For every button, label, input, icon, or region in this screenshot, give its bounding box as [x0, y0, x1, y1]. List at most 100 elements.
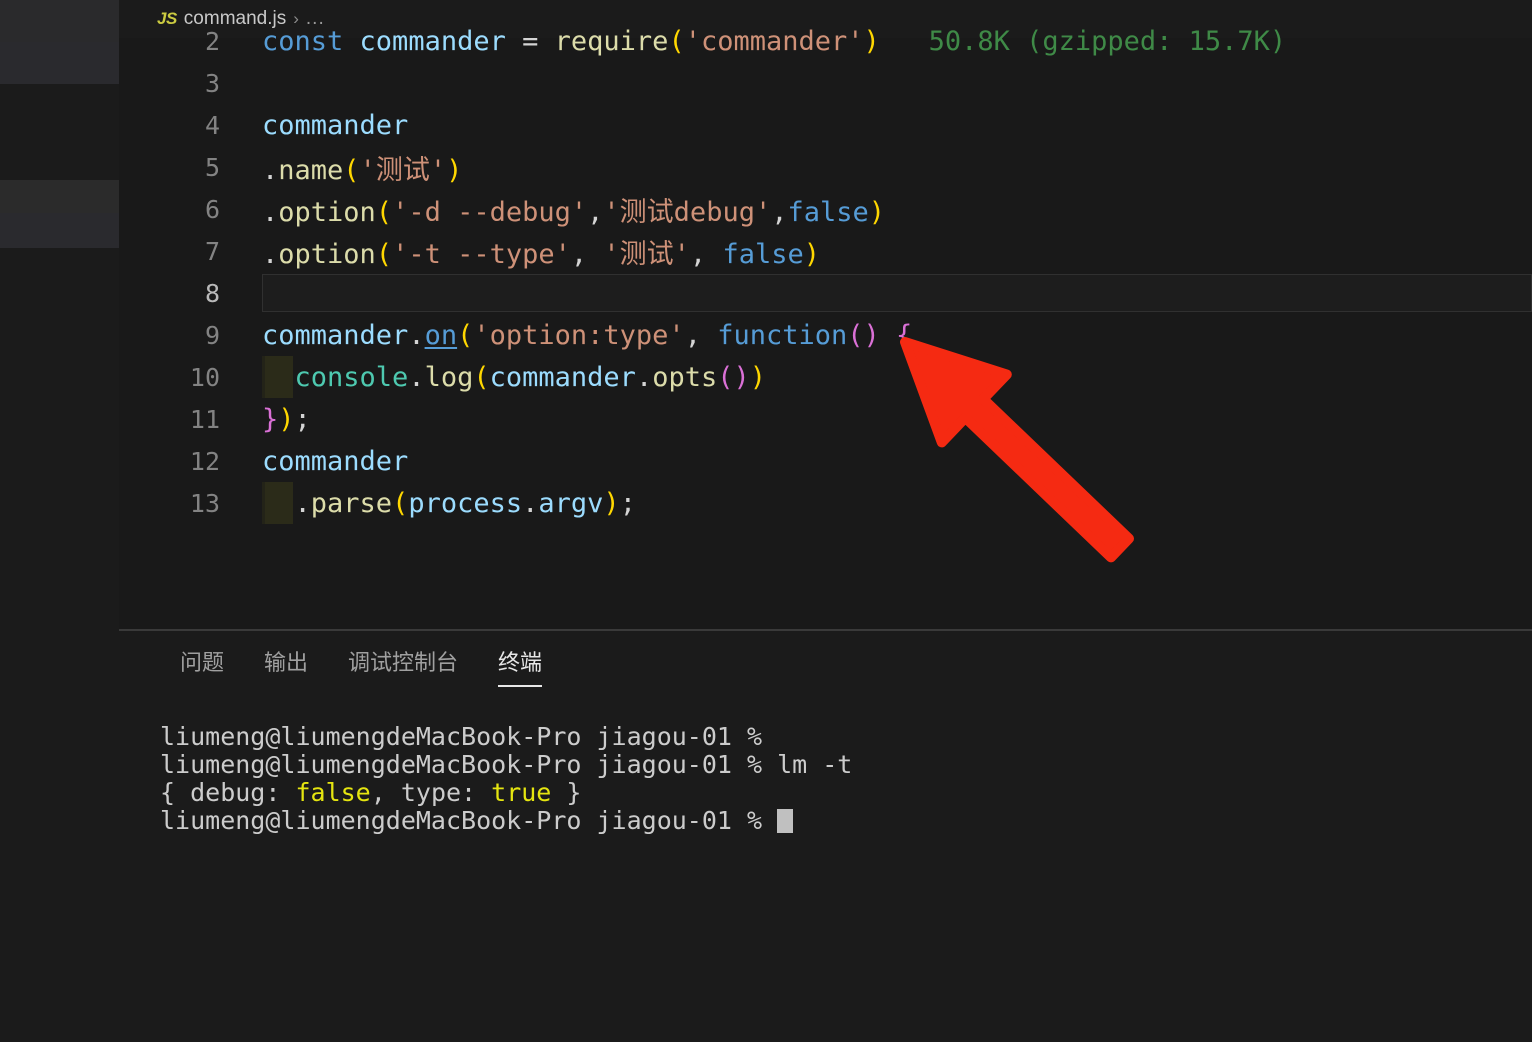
code-token: ; [619, 487, 636, 519]
code-token: 'commander' [684, 25, 864, 57]
terminal-line: liumeng@liumengdeMacBook-Pro jiagou-01 % [160, 807, 1500, 835]
code-token: . [408, 319, 425, 351]
code-token: , [689, 238, 723, 270]
vscode-window: JS command.js › ... 2 const commander = r… [0, 0, 1532, 1042]
bottom-panel: 问题 输出 调试控制台 终端 liumeng@liumengdeMacBook-Pro… [119, 631, 1532, 1042]
code-token: . [262, 487, 311, 519]
code-area[interactable]: 2 const commander = require('commander') … [119, 26, 1532, 630]
code-token: parse [310, 487, 393, 519]
code-line[interactable]: 2 const commander = require('commander') … [119, 20, 1532, 62]
line-number: 9 [204, 320, 220, 350]
code-token: { [896, 319, 913, 351]
code-line-text[interactable]: .option('-d --debug','测试debug',false) [262, 190, 885, 229]
code-line-text[interactable]: commander [262, 110, 408, 141]
code-token: , [587, 196, 604, 228]
code-token: false [722, 238, 804, 270]
panel-tab-终端[interactable]: 终端 [478, 649, 562, 695]
code-token: commander [489, 361, 636, 393]
code-line[interactable]: 4 commander [119, 104, 1532, 146]
code-token: '-d --debug' [392, 196, 588, 228]
sidebar-band-0[interactable] [0, 0, 119, 42]
panel-tab-问题[interactable]: 问题 [160, 649, 244, 695]
code-line[interactable]: 11}); [119, 398, 1532, 440]
terminal-text: liumeng@liumengdeMacBook-Pro jiagou-01 % [160, 722, 778, 751]
terminal-line: liumeng@liumengdeMacBook-Pro jiagou-01 %… [160, 751, 1500, 779]
code-line-text[interactable]: }); [262, 404, 311, 435]
code-token: function [717, 319, 848, 351]
line-number: 4 [204, 110, 220, 140]
code-token: false [787, 196, 869, 228]
sidebar-band-5[interactable] [0, 248, 119, 1042]
sidebar-strip[interactable] [0, 0, 119, 1042]
sidebar-band-4[interactable] [0, 213, 119, 248]
code-line-text[interactable]: .option('-t --type', '测试', false) [262, 232, 820, 271]
line-number: 13 [189, 488, 220, 518]
code-token: commander [262, 319, 409, 351]
line-number: 2 [204, 26, 220, 56]
code-token: . [522, 487, 539, 519]
code-line[interactable]: 3 [119, 62, 1532, 104]
code-token: ( [343, 154, 360, 186]
code-token: ) [863, 25, 880, 57]
panel-tab-输出[interactable]: 输出 [244, 649, 328, 695]
code-line[interactable]: 9 commander.on('option:type', function() … [119, 314, 1532, 356]
code-token: ) [278, 403, 295, 435]
code-line-text[interactable]: console.log(commander.opts()) [262, 361, 767, 393]
code-token: log [424, 361, 474, 393]
terminal-text: liumeng@liumengdeMacBook-Pro jiagou-01 %… [160, 750, 853, 779]
terminal-text: } [551, 778, 582, 807]
code-token: () [717, 361, 750, 393]
code-token: console [262, 361, 409, 393]
code-token: ( [375, 238, 393, 270]
code-token: commander [262, 445, 409, 477]
terminal-text: { debug: [160, 778, 296, 807]
code-line-text[interactable]: .name('测试') [262, 148, 462, 187]
panel-tab-bar[interactable]: 问题 输出 调试控制台 终端 [119, 649, 562, 699]
line-number: 7 [204, 236, 220, 266]
code-token: ; [294, 403, 311, 435]
code-line-text[interactable]: .parse(process.argv); [262, 488, 636, 519]
code-line[interactable]: 7 .option('-t --type', '测试', false) [119, 230, 1532, 272]
code-line[interactable]: 5 .name('测试') [119, 146, 1532, 188]
code-token: option [278, 196, 376, 228]
code-token: const [262, 25, 360, 57]
code-token: 'option:type' [473, 319, 685, 351]
code-token: commander [359, 25, 506, 57]
code-token: . [408, 361, 425, 393]
code-token: argv [538, 487, 604, 519]
code-line[interactable]: 10 console.log(commander.opts()) [119, 356, 1532, 398]
code-token: } [262, 403, 279, 435]
code-token: commander [262, 109, 409, 141]
code-line-text[interactable]: const commander = require('commander') 5… [262, 26, 1286, 57]
code-line[interactable]: 6 .option('-d --debug','测试debug',false) [119, 188, 1532, 230]
code-token: ) [446, 154, 463, 186]
code-token: '-t --type' [392, 238, 571, 270]
terminal-output[interactable]: liumeng@liumengdeMacBook-Pro jiagou-01 %… [160, 723, 1500, 835]
code-line[interactable]: 13 .parse(process.argv); [119, 482, 1532, 524]
terminal-line: { debug: false, type: true } [160, 779, 1500, 807]
terminal-text: true [491, 778, 552, 807]
terminal-text: , type: [370, 778, 492, 807]
terminal-text: false [295, 778, 371, 807]
code-line-text[interactable]: commander [262, 446, 408, 477]
line-number: 6 [204, 194, 220, 224]
code-token: require [554, 25, 669, 57]
code-token: ( [457, 319, 474, 351]
panel-tab-调试控制台[interactable]: 调试控制台 [328, 649, 478, 695]
editor-pane[interactable]: JS command.js › ... 2 const commander = r… [119, 0, 1532, 630]
code-token: on [424, 319, 458, 351]
sidebar-band-1[interactable] [0, 42, 119, 84]
code-token: ( [473, 361, 490, 393]
code-line[interactable]: 8 [119, 272, 1532, 314]
code-line[interactable]: 12 commander [119, 440, 1532, 482]
code-token: ) [603, 487, 620, 519]
code-token: ) [749, 361, 767, 393]
code-line-text[interactable]: commander.on('option:type', function() { [262, 320, 912, 351]
code-token: , [771, 196, 788, 228]
code-token: '测试debug' [603, 196, 772, 228]
sidebar-band-2[interactable] [0, 84, 119, 180]
sidebar-band-3[interactable] [0, 180, 119, 213]
code-token: opts [652, 361, 718, 393]
terminal-line: liumeng@liumengdeMacBook-Pro jiagou-01 % [160, 723, 1500, 751]
